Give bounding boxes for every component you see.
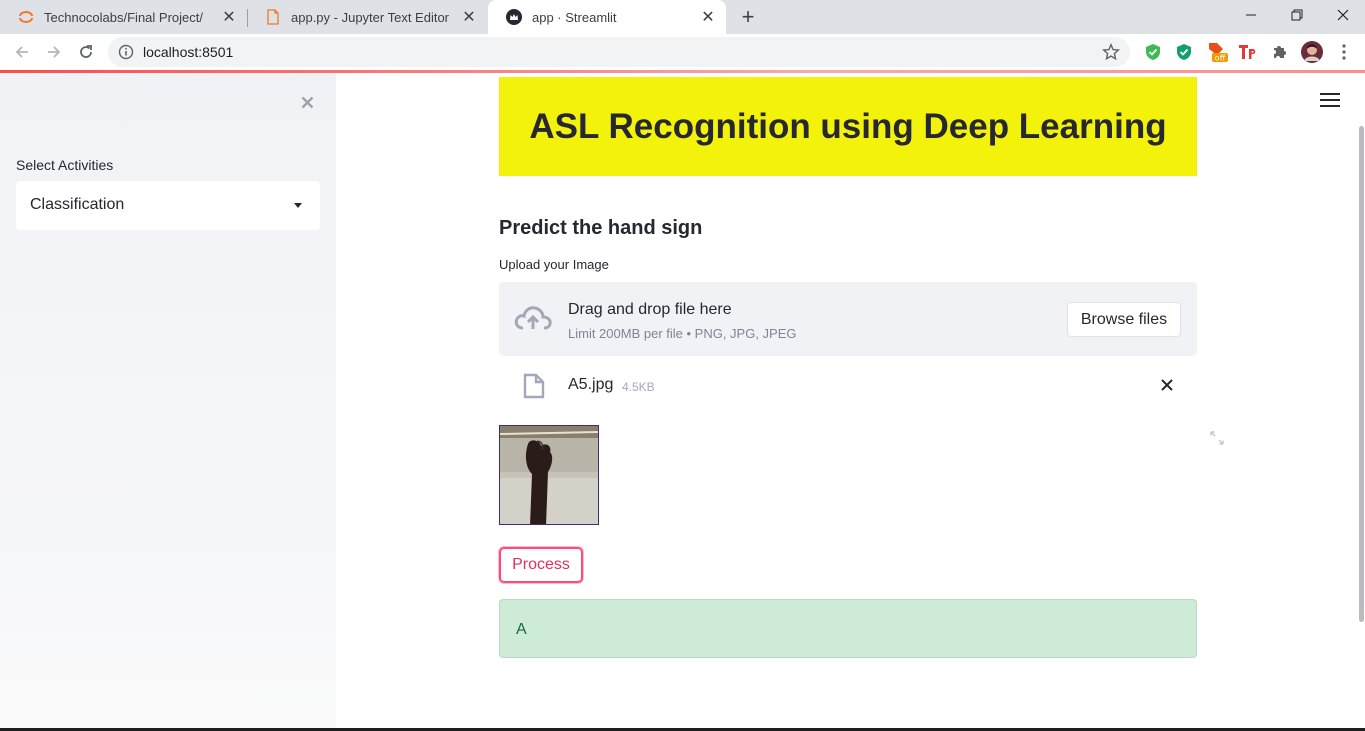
forward-arrow-icon xyxy=(48,46,61,58)
file-size: 4.5KB xyxy=(622,380,655,394)
url-text[interactable]: localhost:8501 xyxy=(143,44,233,60)
tab-technocolabs[interactable]: Technocolabs/Final Project/ ✕ xyxy=(0,0,247,34)
activities-select[interactable]: Classification xyxy=(16,181,320,230)
extension-deals[interactable]: off xyxy=(1206,42,1230,63)
prediction-text: A xyxy=(516,621,527,638)
hand-sign-photo xyxy=(500,426,598,524)
tab-jupyter-editor[interactable]: app.py - Jupyter Text Editor ✕ xyxy=(247,0,487,34)
restore-button[interactable] xyxy=(1274,0,1320,30)
back-button[interactable] xyxy=(8,38,36,66)
fullscreen-icon[interactable] xyxy=(1209,430,1225,446)
new-tab-button[interactable]: + xyxy=(736,4,760,29)
sidebar: Select Activities Classification xyxy=(0,73,336,728)
tab-streamlit-app[interactable]: app · Streamlit ✕ xyxy=(488,0,726,34)
title-banner: ASL Recognition using Deep Learning xyxy=(499,77,1197,176)
browse-files-button[interactable]: Browse files xyxy=(1067,302,1181,337)
section-subheader: Predict the hand sign xyxy=(499,217,703,239)
restore-icon xyxy=(1291,9,1303,21)
uploaded-image-preview xyxy=(499,425,599,525)
cloud-upload-icon xyxy=(514,306,552,330)
address-bar[interactable]: localhost:8501 xyxy=(108,37,1130,67)
extension-tp[interactable] xyxy=(1238,42,1258,62)
browser-tab-bar: Technocolabs/Final Project/ ✕ app.py - J… xyxy=(0,0,1365,34)
uploaded-file-row: A5.jpg 4.5KB xyxy=(499,366,1197,406)
extension-shield-green[interactable] xyxy=(1143,42,1163,62)
deals-tag-icon: off xyxy=(1209,43,1228,63)
jupyter-ring-icon xyxy=(19,11,33,23)
minimize-icon xyxy=(1246,14,1256,16)
close-window-button[interactable] xyxy=(1320,0,1365,30)
puzzle-icon xyxy=(1274,46,1286,58)
close-tab-icon[interactable]: ✕ xyxy=(217,5,241,29)
file-dropzone[interactable]: Drag and drop file here Limit 200MB per … xyxy=(499,282,1197,356)
file-icon xyxy=(523,373,545,399)
extension-badge-text: off xyxy=(1215,54,1226,63)
extensions-button[interactable] xyxy=(1270,42,1290,62)
reload-icon xyxy=(80,45,92,58)
uploader-label: Upload your Image xyxy=(499,257,609,272)
tab-title: app · Streamlit xyxy=(532,9,617,25)
tab-title: Technocolabs/Final Project/ xyxy=(44,9,203,25)
bookmark-star-icon[interactable] xyxy=(1102,43,1120,61)
chevron-down-icon xyxy=(294,203,302,208)
streamlit-crown-icon xyxy=(506,9,522,25)
browser-toolbar: localhost:8501 off xyxy=(0,34,1365,70)
close-icon xyxy=(301,96,313,108)
close-tab-icon[interactable]: ✕ xyxy=(696,5,720,29)
extension-shield-teal[interactable] xyxy=(1174,42,1194,62)
process-button[interactable]: Process xyxy=(499,547,583,583)
app-menu-button[interactable] xyxy=(1320,93,1340,109)
browser-menu-button[interactable] xyxy=(1334,42,1354,62)
minimize-button[interactable] xyxy=(1228,0,1274,30)
file-name: A5.jpg xyxy=(568,376,614,393)
file-icon xyxy=(267,9,279,25)
hamburger-icon xyxy=(1320,93,1340,107)
delete-file-icon[interactable] xyxy=(1160,378,1174,392)
close-tab-icon[interactable]: ✕ xyxy=(457,5,481,29)
kebab-menu-icon xyxy=(1342,44,1346,60)
profile-avatar[interactable] xyxy=(1300,41,1324,63)
info-icon[interactable] xyxy=(118,44,134,60)
scrollbar-thumb[interactable] xyxy=(1359,126,1364,622)
tab-title: app.py - Jupyter Text Editor xyxy=(291,9,450,25)
dropzone-title: Drag and drop file here xyxy=(568,301,732,318)
select-value: Classification xyxy=(30,196,125,213)
reload-button[interactable] xyxy=(72,38,100,66)
avatar xyxy=(1301,41,1323,63)
tp-logo-icon xyxy=(1239,45,1256,59)
dropzone-limit: Limit 200MB per file • PNG, JPG, JPEG xyxy=(568,326,797,341)
page-title: ASL Recognition using Deep Learning xyxy=(529,106,1167,146)
select-activities-label: Select Activities xyxy=(16,157,114,173)
shield-check-icon xyxy=(1146,44,1160,60)
shield-icon xyxy=(1177,44,1191,60)
back-arrow-icon xyxy=(15,46,28,58)
close-icon xyxy=(1337,9,1349,21)
forward-button[interactable] xyxy=(40,38,68,66)
prediction-result-box: A xyxy=(499,599,1197,658)
sidebar-close-button[interactable] xyxy=(296,91,318,113)
